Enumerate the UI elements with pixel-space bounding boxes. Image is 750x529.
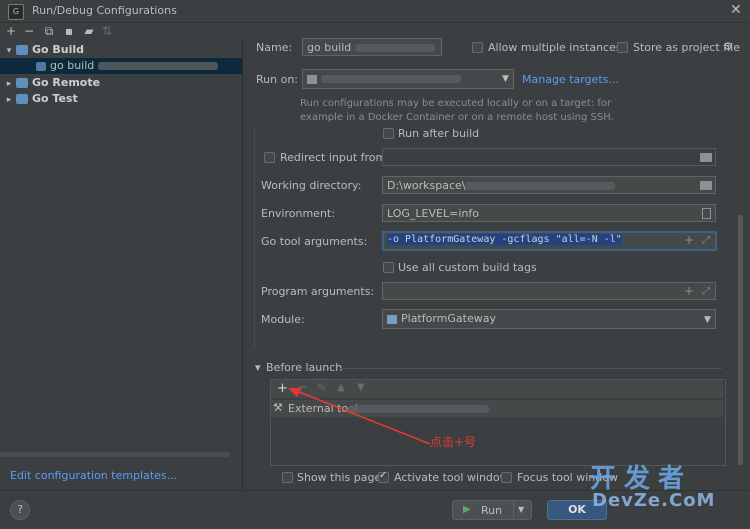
chevron-down-icon: ▼ (502, 74, 509, 84)
go-icon (36, 61, 46, 71)
environment-input[interactable]: LOG_LEVEL=info (382, 204, 716, 222)
remove-icon[interactable]: − (22, 24, 36, 38)
show-page-checkbox[interactable] (282, 472, 293, 483)
section-border (254, 126, 255, 348)
name-label: Name: (256, 41, 293, 54)
window-title: Run/Debug Configurations (32, 4, 177, 17)
go-test-icon (16, 94, 28, 104)
divider (513, 501, 514, 519)
watermark-text: DevZe.CoM (592, 490, 716, 511)
redacted-text (97, 62, 218, 70)
show-page-label: Show this page (297, 471, 382, 484)
gear-icon[interactable]: ⚙ (723, 40, 733, 53)
redacted-text (465, 182, 616, 190)
manage-targets-link[interactable]: Manage targets... (522, 73, 619, 86)
divider (340, 368, 722, 369)
working-dir-label: Working directory: (261, 179, 362, 192)
module-select[interactable]: PlatformGateway (382, 309, 716, 329)
sort-icon[interactable]: ⇅ (100, 24, 114, 38)
module-icon (387, 314, 397, 324)
save-icon[interactable]: ▪ (62, 24, 76, 38)
redirect-input-label: Redirect input from: (280, 151, 390, 164)
config-toolbar: + − ⧉ ▪ ▰ ⇅ (0, 23, 242, 41)
target-icon (307, 74, 317, 84)
edit-templates-link[interactable]: Edit configuration templates... (10, 469, 177, 482)
environment-label: Environment: (261, 207, 335, 220)
run-on-hint: example in a Docker Container or on a re… (300, 112, 614, 123)
run-after-build-label: Run after build (398, 127, 480, 140)
expand-icon[interactable]: ⤢ (702, 235, 710, 246)
redacted-text (354, 44, 435, 52)
focus-tool-window-checkbox[interactable] (501, 472, 512, 483)
store-as-project-checkbox[interactable] (617, 42, 628, 53)
close-icon[interactable]: ✕ (730, 2, 742, 18)
run-icon: ▶ (463, 504, 471, 515)
tree-item-go-remote[interactable]: ▸ Go Remote (0, 75, 242, 91)
tree-item-label: Go Build (32, 43, 85, 56)
redirect-input-field[interactable] (382, 148, 716, 166)
run-on-select[interactable] (302, 69, 514, 89)
folder-icon[interactable]: ▰ (82, 24, 96, 38)
add-icon[interactable]: + (4, 24, 18, 38)
activate-tool-window-label: Activate tool window (394, 471, 509, 484)
program-args-input[interactable] (382, 282, 716, 300)
allow-multiple-checkbox[interactable] (472, 42, 483, 53)
redirect-input-checkbox[interactable] (264, 152, 275, 163)
module-value: PlatformGateway (401, 312, 496, 325)
chevron-down-icon[interactable]: ▼ (518, 505, 524, 514)
vertical-scrollbar[interactable] (738, 215, 743, 465)
config-tree: ▾ Go Build go build ▸ Go Remote ▸ Go Test (0, 41, 243, 489)
name-input[interactable]: go build (302, 38, 442, 56)
plus-icon[interactable]: + (684, 233, 694, 247)
name-value: go build (307, 41, 352, 54)
chevron-down-icon[interactable]: ▾ (255, 361, 261, 374)
title-bar: G Run/Debug Configurations ✕ (0, 0, 750, 23)
environment-value: LOG_LEVEL=info (387, 207, 479, 220)
plus-icon[interactable]: + (684, 284, 694, 298)
working-dir-value: D:\workspace\ (387, 179, 466, 192)
program-args-label: Program arguments: (261, 285, 375, 298)
allow-multiple-label: Allow multiple instances (488, 41, 622, 54)
annotation-text: 点击+号 (430, 435, 477, 449)
go-tool-args-value: -o PlatformGateway -gcflags "all=-N -l" (387, 234, 622, 245)
go-remote-icon (16, 78, 28, 88)
expand-icon[interactable]: ⤢ (702, 286, 710, 297)
tree-item-go-build[interactable]: ▾ Go Build (0, 42, 242, 58)
use-custom-tags-checkbox[interactable] (383, 262, 394, 273)
use-custom-tags-label: Use all custom build tags (398, 261, 537, 274)
run-label: Run (481, 504, 503, 517)
module-label: Module: (261, 313, 305, 326)
chevron-down-icon: ▾ (6, 46, 12, 56)
tree-item-label: go build (50, 59, 95, 72)
tree-item-go-build-config[interactable]: go build (0, 58, 242, 74)
horizontal-scrollbar[interactable] (0, 452, 230, 457)
help-button[interactable]: ? (10, 500, 30, 520)
chevron-right-icon: ▸ (6, 95, 12, 105)
run-after-build-checkbox[interactable] (383, 128, 394, 139)
app-icon: G (8, 4, 24, 20)
redacted-text (320, 75, 461, 83)
copy-icon[interactable]: ⧉ (42, 24, 56, 38)
go-tool-args-input[interactable]: -o PlatformGateway -gcflags "all=-N -l" (382, 231, 717, 251)
edit-variables-icon[interactable] (702, 208, 711, 219)
chevron-right-icon: ▸ (6, 79, 12, 89)
tree-item-go-test[interactable]: ▸ Go Test (0, 91, 242, 107)
go-tool-args-label: Go tool arguments: (261, 235, 368, 248)
tree-item-label: Go Test (32, 92, 78, 105)
tree-item-label: Go Remote (32, 76, 101, 89)
run-on-label: Run on: (256, 73, 298, 86)
go-icon (16, 45, 28, 55)
folder-icon[interactable] (700, 153, 712, 162)
run-on-hint: Run configurations may be executed local… (300, 98, 612, 109)
working-dir-input[interactable]: D:\workspace\ (382, 176, 716, 194)
run-button[interactable]: ▶ Run ▼ (452, 500, 532, 520)
chevron-down-icon: ▼ (704, 315, 711, 325)
activate-tool-window-checkbox[interactable] (378, 470, 389, 483)
folder-icon[interactable] (700, 181, 712, 190)
annotation-arrow (288, 388, 431, 445)
before-launch-title: Before launch (266, 361, 343, 374)
